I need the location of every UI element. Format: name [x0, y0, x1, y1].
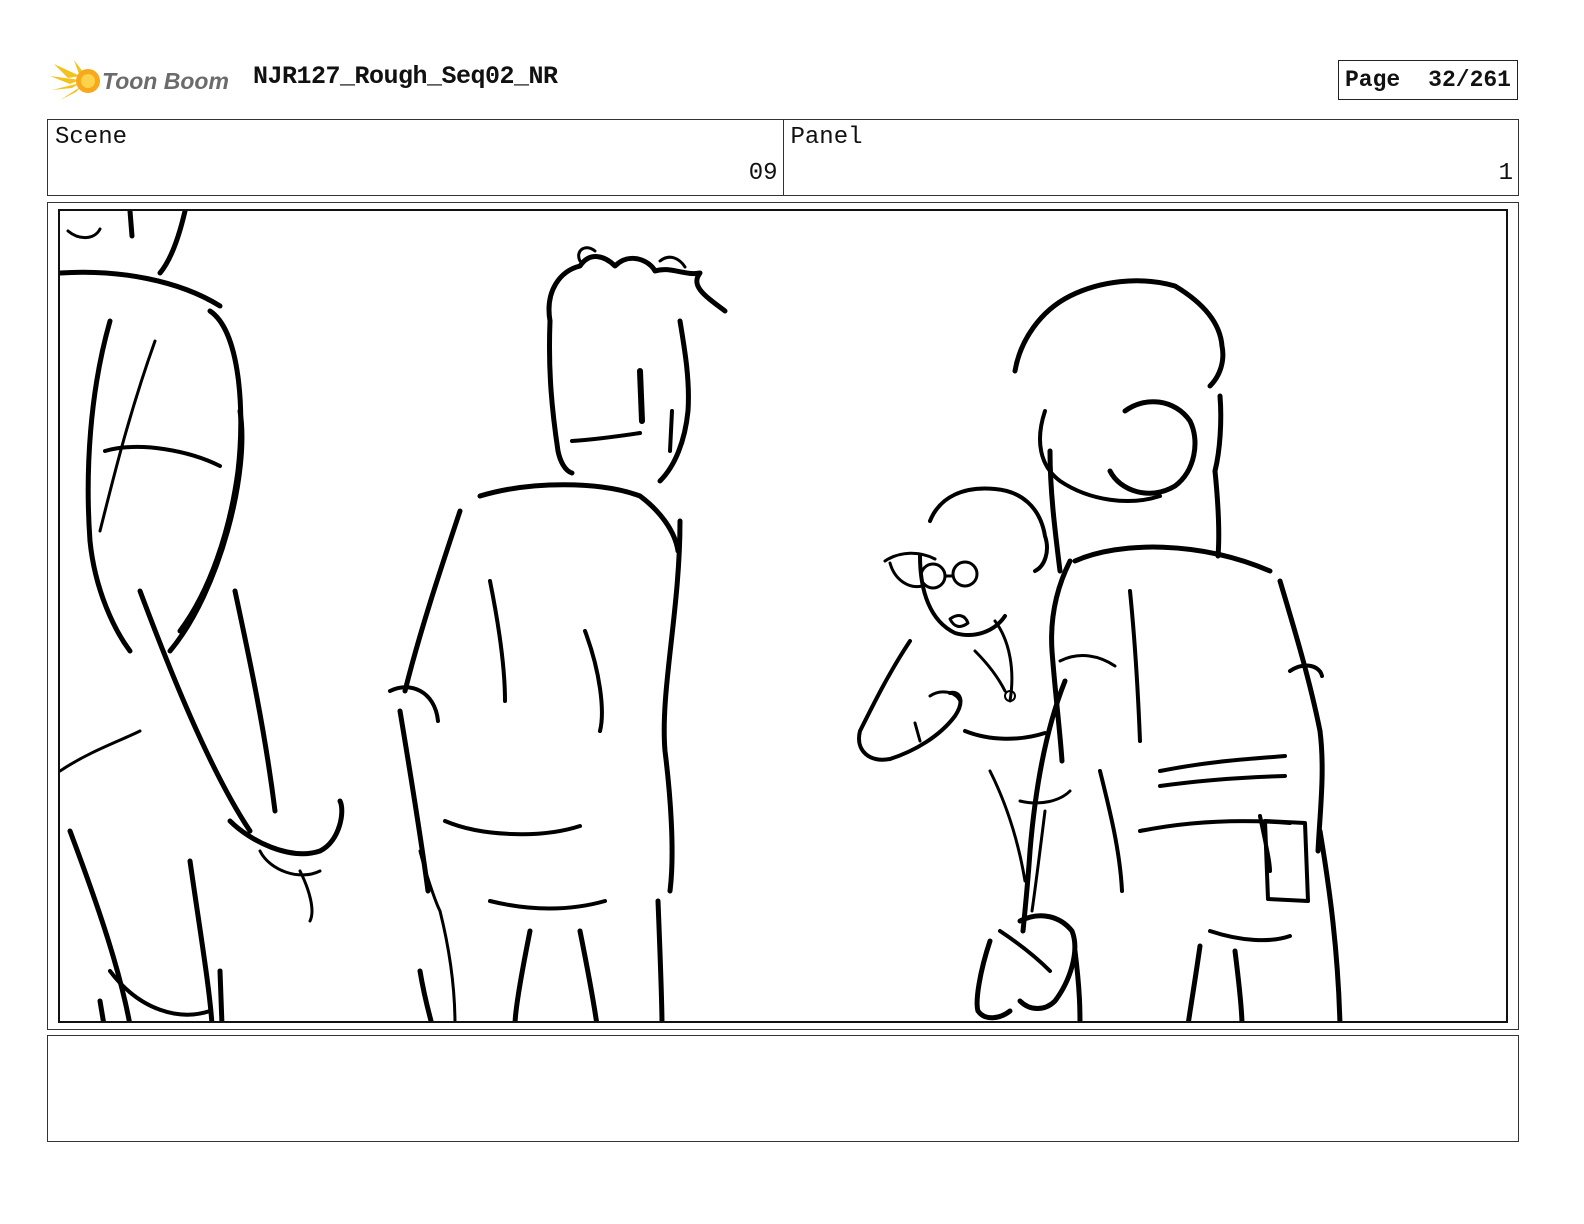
logo-wordmark: Toon Boom — [102, 68, 229, 94]
scene-label: Scene — [55, 124, 128, 151]
figure-left-sketch — [60, 211, 345, 1021]
panel-label: Panel — [790, 124, 863, 151]
figure-middle-sketch — [388, 246, 728, 1021]
panel-value: 1 — [1498, 160, 1513, 187]
project-title: NJR127_Rough_Seq02_NR — [253, 62, 558, 91]
scene-value: 09 — [748, 160, 778, 187]
scene-panel-info: Scene 09 Panel 1 — [47, 119, 1519, 196]
panel-notes-box — [47, 1035, 1519, 1142]
figure-glasses-sketch — [857, 486, 1072, 913]
storyboard-drawing — [58, 209, 1508, 1023]
page-number: 32/261 — [1428, 67, 1511, 93]
starburst-icon — [50, 60, 100, 100]
toon-boom-logo: Toon Boom — [50, 56, 240, 106]
page-label: Page — [1345, 67, 1401, 93]
panel-cell: Panel 1 — [782, 120, 1519, 195]
page-indicator: Page 32/261 — [1338, 60, 1518, 100]
scene-cell: Scene 09 — [48, 120, 783, 195]
